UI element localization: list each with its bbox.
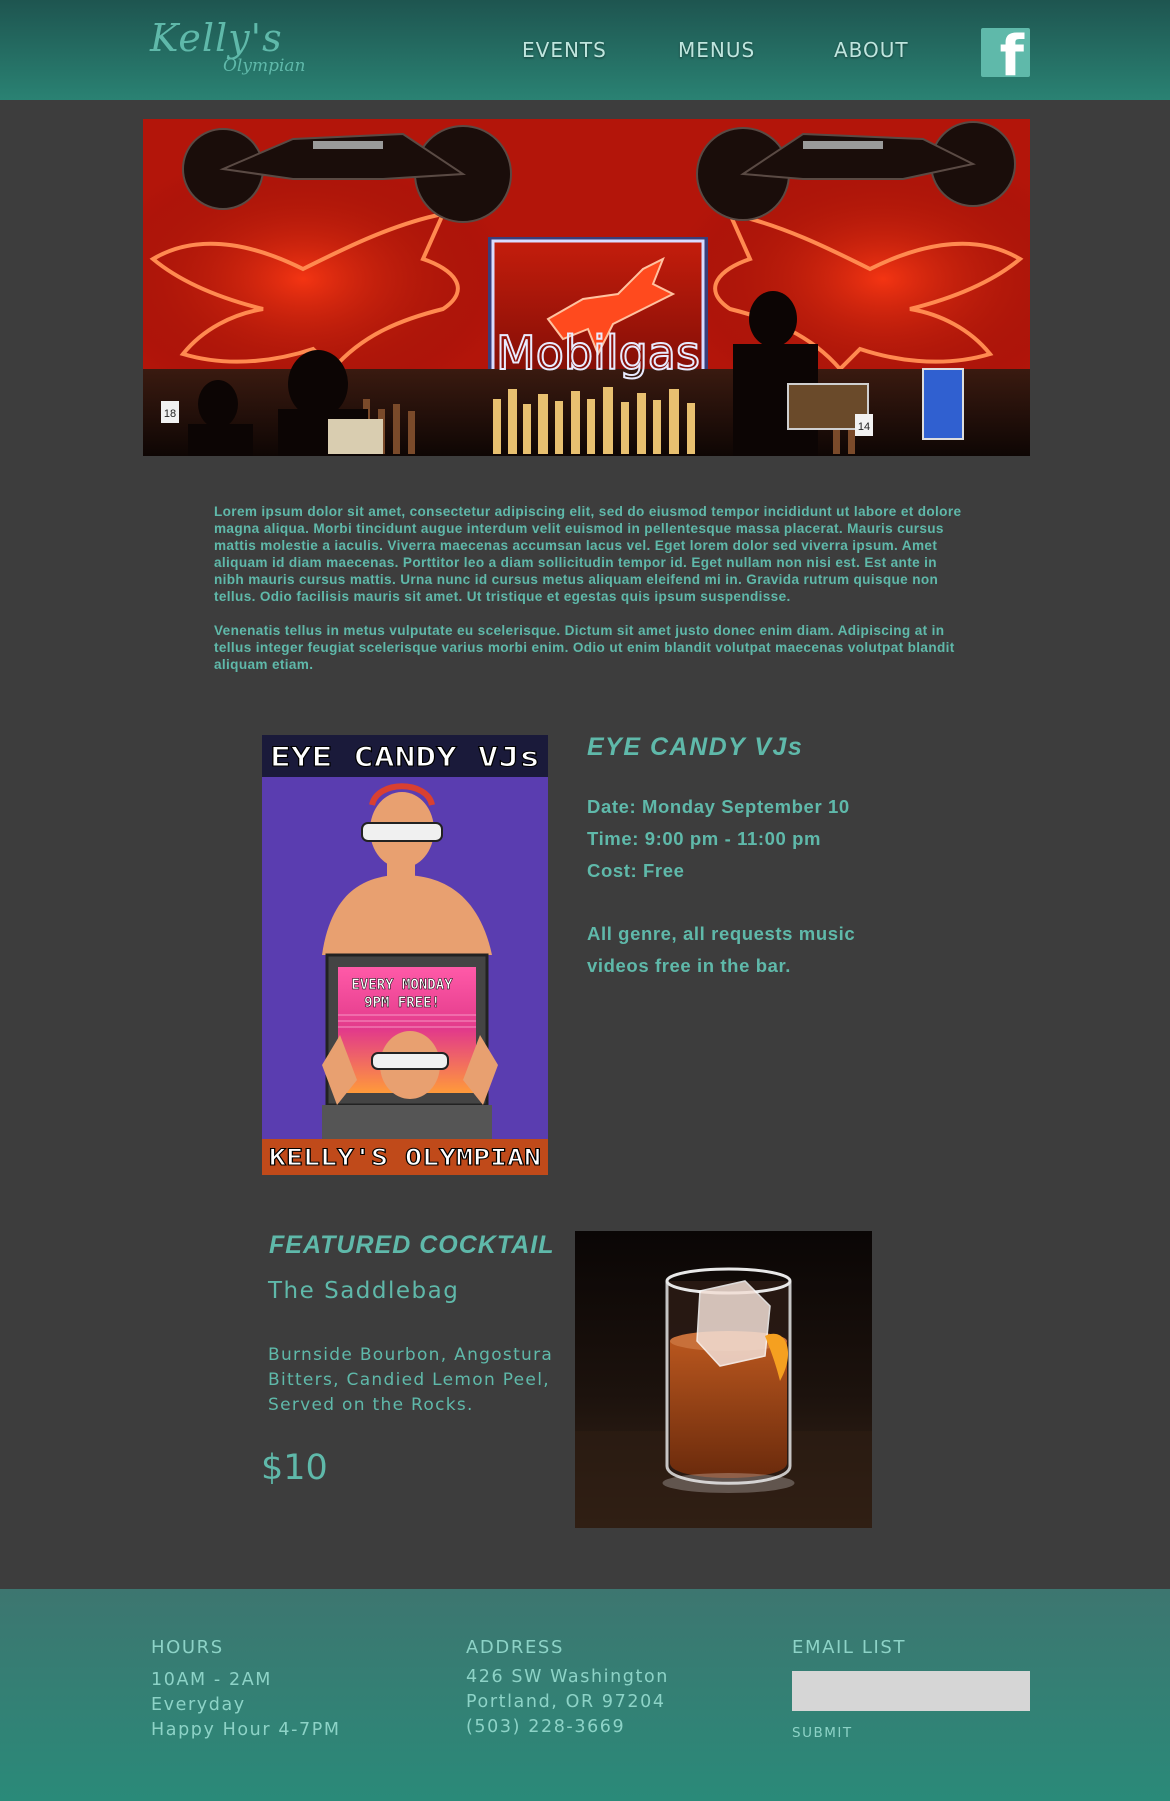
intro-paragraph-2: Venenatis tellus in metus vulputate eu s… xyxy=(214,623,955,672)
nav-menus-link[interactable]: MENUS xyxy=(678,38,755,62)
hours-line-2: Everyday xyxy=(151,1695,246,1715)
hours-heading: HOURS xyxy=(151,1637,224,1658)
cocktail-name: The Saddlebag xyxy=(268,1278,460,1304)
event-title: EYE CANDY VJs xyxy=(587,733,804,761)
event-date: Date: Monday September 10 xyxy=(587,796,850,817)
cocktail-price: $10 xyxy=(261,1448,328,1488)
cocktail-description: Burnside Bourbon, Angostura Bitters, Can… xyxy=(268,1345,554,1415)
site-footer: HOURS 10AM - 2AM Everyday Happy Hour 4-7… xyxy=(0,1589,1170,1801)
table-number-right: 14 xyxy=(858,421,870,433)
table-number-left: 18 xyxy=(164,408,176,420)
logo-name: Kelly's xyxy=(150,16,283,60)
intro-text: Lorem ipsum dolor sit amet, consectetur … xyxy=(214,503,964,690)
site-header: Kelly's Olympian EVENTS MENUS ABOUT f xyxy=(0,0,1170,100)
cocktail-image xyxy=(575,1231,872,1528)
featured-cocktail-heading: FEATURED COCKTAIL xyxy=(269,1231,555,1259)
event-cost: Cost: Free xyxy=(587,860,685,881)
email-input[interactable] xyxy=(792,1671,1030,1711)
email-submit-button[interactable]: SUBMIT xyxy=(792,1725,853,1741)
poster-screen-line2: 9PM FREE! xyxy=(364,995,440,1011)
address-line-2: Portland, OR 97204 xyxy=(466,1692,666,1712)
event-time: Time: 9:00 pm - 11:00 pm xyxy=(587,828,822,849)
event-poster[interactable]: EYE CANDY VJs EVERY MONDAY 9PM FREE! KEL… xyxy=(262,735,548,1175)
hours-line-1: 10AM - 2AM xyxy=(151,1670,272,1690)
nav-about-link[interactable]: ABOUT xyxy=(834,38,909,62)
poster-screen-line1: EVERY MONDAY xyxy=(351,977,453,993)
site-logo[interactable]: Kelly's Olympian xyxy=(150,16,306,76)
poster-bottom-text: KELLY'S OLYMPIAN xyxy=(269,1146,541,1171)
address-heading: ADDRESS xyxy=(466,1637,564,1658)
intro-paragraph-1: Lorem ipsum dolor sit amet, consectetur … xyxy=(214,504,962,604)
hero-sign-text: Mobilgas xyxy=(496,326,700,380)
hero-image: 18 14 Mobilgas xyxy=(143,119,1030,456)
logo-subname: Olympian xyxy=(223,56,306,76)
email-list-heading: EMAIL LIST xyxy=(792,1637,907,1658)
poster-top-text: EYE CANDY VJs xyxy=(270,742,540,773)
nav-events-link[interactable]: EVENTS xyxy=(522,38,607,62)
address-line-1: 426 SW Washington xyxy=(466,1667,669,1687)
address-phone: (503) 228-3669 xyxy=(466,1717,626,1737)
facebook-icon[interactable]: f xyxy=(981,28,1030,77)
event-description: All genre, all requests music videos fre… xyxy=(587,923,856,976)
hours-line-3: Happy Hour 4-7PM xyxy=(151,1720,341,1740)
